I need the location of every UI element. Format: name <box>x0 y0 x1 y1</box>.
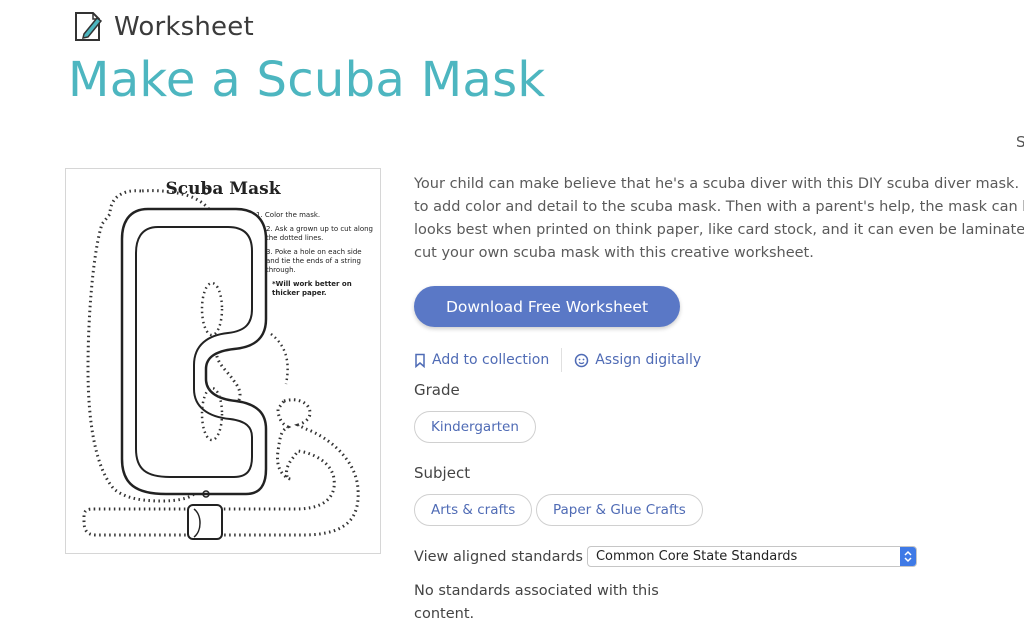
add-to-collection-link[interactable]: Add to collection <box>414 352 549 368</box>
standards-select[interactable]: Common Core State Standards <box>586 546 917 567</box>
worksheet-preview-image[interactable]: Scuba Mask 1. Color the mask. 2. Ask a g… <box>65 168 381 554</box>
actions-divider <box>561 348 563 372</box>
content-type-row: Worksheet <box>72 10 254 44</box>
assign-face-icon <box>574 353 589 367</box>
no-standards-message: No standards associated with this conten… <box>414 583 659 622</box>
description-line: to add color and detail to the scuba mas… <box>414 199 1024 215</box>
page-title: Make a Scuba Mask <box>68 52 546 108</box>
description-line: looks best when printed on think paper, … <box>414 222 1024 238</box>
bookmark-icon <box>415 353 425 368</box>
select-stepper-icon <box>899 547 916 566</box>
truncated-sidebar-text: S <box>1016 133 1024 151</box>
assign-digitally-label: Assign digitally <box>595 352 702 368</box>
subject-chip-arts-crafts[interactable]: Arts & crafts <box>414 494 533 526</box>
worksheet-description: Your child can make believe that he's a … <box>414 173 1024 265</box>
subject-chip-paper-glue-crafts[interactable]: Paper & Glue Crafts <box>536 494 703 526</box>
add-to-collection-label: Add to collection <box>432 352 550 368</box>
scuba-mask-illustration <box>82 187 360 540</box>
standards-row: View aligned standards Common Core State… <box>414 546 917 567</box>
subject-heading: Subject <box>414 464 471 482</box>
worksheet-icon <box>75 12 103 41</box>
description-line: cut your own scuba mask with this creati… <box>414 245 814 261</box>
standards-label: View aligned standards <box>414 548 583 565</box>
description-line: Your child can make believe that he's a … <box>414 176 1024 192</box>
standards-selected-value: Common Core State Standards <box>595 549 798 564</box>
grade-chip-kindergarten[interactable]: Kindergarten <box>414 411 536 443</box>
content-type-label: Worksheet <box>114 12 254 42</box>
worksheet-actions: Add to collection Assign digitally <box>414 348 701 372</box>
download-worksheet-button[interactable]: Download Free Worksheet <box>414 286 680 327</box>
grade-heading: Grade <box>414 381 460 399</box>
assign-digitally-link[interactable]: Assign digitally <box>574 352 701 368</box>
